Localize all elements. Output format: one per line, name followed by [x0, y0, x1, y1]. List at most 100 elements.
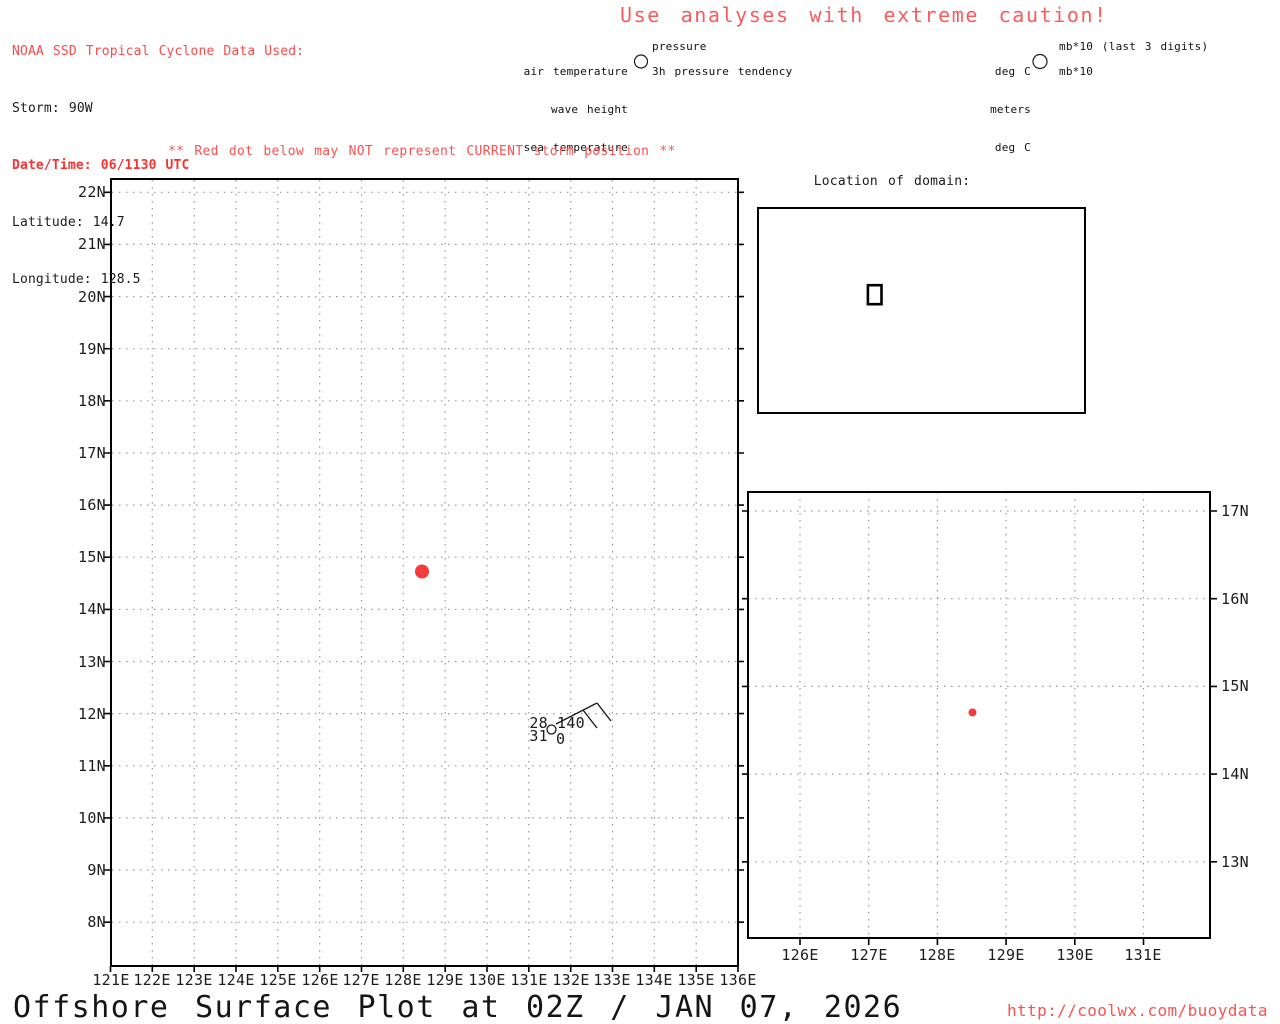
cebu-island — [211, 751, 238, 832]
inset-x-tick-label: 126E — [781, 946, 819, 964]
x-tick-label: 129E — [426, 971, 464, 989]
units-degc-label: deg C — [994, 65, 1031, 79]
units-mb10-digits-label: mb*10 (last 3 digits) — [1059, 40, 1209, 53]
offshore-surface-plot-page: NOAA SSD Tropical Cyclone Data Used: Sto… — [0, 0, 1280, 1024]
japan-coastline — [876, 259, 891, 275]
ticao-island — [213, 681, 223, 699]
tasmania-island — [890, 357, 892, 360]
legend-station-circle-icon — [633, 54, 649, 69]
x-tick-label: 130E — [468, 971, 506, 989]
greenland-coastline — [1035, 219, 1060, 242]
x-tick-label: 127E — [342, 971, 380, 989]
y-tick-label: 14N — [78, 600, 106, 618]
mindoro-coastline — [109, 637, 135, 699]
units-meters-label: meters — [990, 102, 1031, 116]
y-tick-label: 20N — [78, 288, 106, 306]
y-tick-label: 10N — [78, 809, 106, 827]
storm-position-dot-inset — [968, 708, 977, 717]
java-island — [854, 318, 862, 320]
inset-y-tick-label: 17N — [1221, 502, 1249, 520]
x-tick-label: 128E — [384, 971, 422, 989]
panay-island — [148, 723, 199, 796]
source-url-link[interactable]: http://coolwx.com/buoydata — [1007, 1001, 1268, 1020]
iceland-island — [1066, 235, 1071, 238]
x-tick-label: 131E — [510, 971, 548, 989]
cuba-hispaniola — [1010, 284, 1022, 289]
australia-coastline — [861, 323, 897, 354]
plot-title: Offshore Surface Plot at 02Z / JAN 07, 2… — [13, 990, 903, 1024]
red-dot-warning: ** Red dot below may NOT represent CURRE… — [168, 144, 676, 159]
y-tick-label: 16N — [78, 496, 106, 514]
x-tick-label: 132E — [552, 971, 590, 989]
storm-position-dot — [415, 564, 429, 579]
y-tick-label: 13N — [78, 653, 106, 671]
x-tick-label: 136E — [719, 971, 757, 989]
catanduanes-island — [238, 607, 251, 628]
pressure-label: pressure — [652, 40, 707, 53]
sakhalin-island — [887, 249, 889, 257]
mindanao-coastline — [152, 828, 344, 966]
units-mb10-label: mb*10 — [1059, 65, 1094, 78]
masbate-island — [199, 683, 240, 719]
arctic-islands — [767, 219, 1024, 230]
x-tick-label: 135E — [677, 971, 715, 989]
latitude-line: Latitude: 14.7 — [12, 215, 125, 230]
x-tick-label: 133E — [593, 971, 631, 989]
station-pressure-tendency-value: 0 — [556, 730, 566, 748]
units-legend-left: deg C meters deg C — [950, 41, 1031, 167]
world-map-border — [757, 207, 1086, 414]
british-isles — [1081, 247, 1084, 253]
x-tick-label: 125E — [259, 971, 297, 989]
babuyan-islands — [115, 320, 149, 358]
y-tick-label: 15N — [78, 548, 106, 566]
y-tick-label: 22N — [78, 183, 106, 201]
siargao-island — [316, 818, 323, 827]
inset-y-tick-label: 16N — [1221, 590, 1249, 608]
inset-x-tick-label: 129E — [987, 946, 1025, 964]
wave-height-label: wave height — [550, 102, 628, 116]
data-source-line: NOAA SSD Tropical Cyclone Data Used: — [12, 44, 305, 59]
y-tick-label: 8N — [87, 913, 106, 931]
legend-units-circle-icon — [1032, 53, 1048, 70]
sumatra-island — [844, 305, 854, 318]
africa-coastline — [758, 278, 805, 350]
units-degc2-label: deg C — [994, 140, 1031, 154]
north-america-coastline — [932, 227, 1039, 292]
world-map-coastlines — [758, 219, 1084, 394]
y-tick-label: 18N — [78, 392, 106, 410]
bohol-island — [228, 817, 259, 844]
sulawesi-island — [866, 309, 870, 317]
y-tick-label: 11N — [78, 757, 106, 775]
y-tick-label: 17N — [78, 444, 106, 462]
samar-leyte-coastline — [248, 682, 303, 817]
inset-x-tick-label: 131E — [1124, 946, 1162, 964]
station-sea-temperature-value: 31 — [529, 727, 548, 745]
dinagat-island — [301, 795, 307, 821]
x-tick-label: 134E — [635, 971, 673, 989]
y-tick-label: 19N — [78, 340, 106, 358]
inset-map-gridlines-horizontal — [748, 510, 1210, 863]
storm-id-line: Storm: 90W — [12, 101, 93, 116]
eurasia-coastline — [758, 226, 921, 308]
inset-y-tick-label: 13N — [1221, 853, 1249, 871]
air-temperature-label: air temperature — [523, 65, 628, 79]
sri-lanka-island — [831, 302, 832, 304]
x-tick-label: 121E — [92, 971, 130, 989]
y-tick-label: 9N — [87, 861, 106, 879]
antarctica-coastline — [759, 381, 1084, 394]
borneo-island — [857, 305, 866, 314]
domain-rectangle — [866, 283, 883, 306]
samar-north-coast-fragment — [748, 914, 767, 944]
camiguin-island — [262, 857, 269, 865]
palau-island — [671, 927, 680, 968]
marinduque-island — [146, 633, 159, 647]
x-tick-label: 124E — [217, 971, 255, 989]
luzon-coastline — [109, 367, 242, 671]
new-guinea-island — [877, 311, 895, 322]
inset-x-tick-label: 128E — [918, 946, 956, 964]
x-tick-label: 122E — [133, 971, 171, 989]
pressure-tendency-label: 3h pressure tendency — [652, 65, 793, 78]
inset-y-tick-label: 14N — [1221, 765, 1249, 783]
inset-map-border — [747, 491, 1211, 939]
inset-map-axis-ticks — [742, 510, 1217, 945]
